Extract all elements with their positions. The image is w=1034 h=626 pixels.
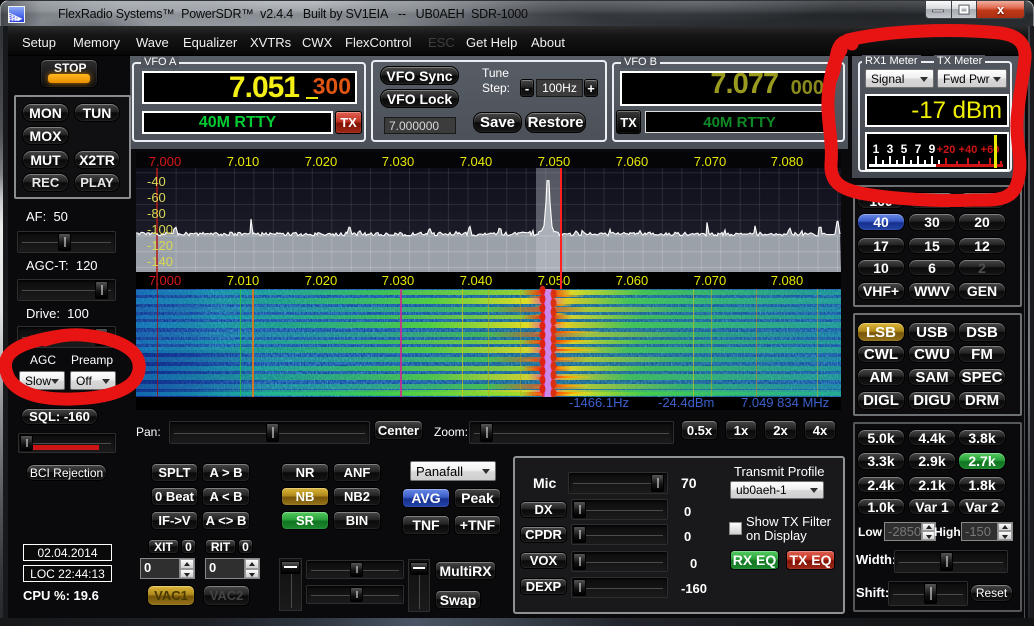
svg-text:5: 5 bbox=[901, 142, 908, 156]
svg-text:9: 9 bbox=[929, 142, 936, 156]
svg-text:7.030: 7.030 bbox=[382, 154, 415, 169]
svg-text:1: 1 bbox=[873, 142, 880, 156]
svg-text:7.050: 7.050 bbox=[538, 154, 571, 169]
svg-text:7.040: 7.040 bbox=[460, 154, 493, 169]
svg-text:-120: -120 bbox=[147, 238, 173, 253]
svg-text:7.000: 7.000 bbox=[149, 273, 182, 288]
svg-text:7.020: 7.020 bbox=[305, 273, 338, 288]
svg-text:7.080: 7.080 bbox=[771, 273, 804, 288]
svg-text:7.060: 7.060 bbox=[616, 154, 649, 169]
svg-text:7.010: 7.010 bbox=[227, 154, 260, 169]
svg-text:-24.4dBm: -24.4dBm bbox=[658, 395, 714, 410]
svg-text:7.000: 7.000 bbox=[149, 154, 182, 169]
svg-text:-60: -60 bbox=[147, 190, 166, 205]
svg-text:-140: -140 bbox=[147, 254, 173, 269]
svg-text:+40: +40 bbox=[959, 144, 978, 156]
svg-text:7.040: 7.040 bbox=[460, 273, 493, 288]
svg-text:-80: -80 bbox=[147, 206, 166, 221]
svg-text:-40: -40 bbox=[147, 174, 166, 189]
svg-text:7.010: 7.010 bbox=[227, 273, 260, 288]
svg-text:7: 7 bbox=[915, 142, 922, 156]
svg-text:7.080: 7.080 bbox=[771, 154, 804, 169]
svg-text:3: 3 bbox=[887, 142, 894, 156]
svg-text:7.030: 7.030 bbox=[382, 273, 415, 288]
svg-text:7.060: 7.060 bbox=[616, 273, 649, 288]
svg-text:7.070: 7.070 bbox=[694, 273, 727, 288]
svg-text:+20: +20 bbox=[937, 144, 956, 156]
svg-text:-100: -100 bbox=[147, 222, 173, 237]
svg-text:7.049 834 MHz: 7.049 834 MHz bbox=[741, 395, 829, 410]
svg-text:7.070: 7.070 bbox=[694, 154, 727, 169]
svg-text:-1466.1Hz: -1466.1Hz bbox=[569, 395, 629, 410]
svg-text:7.020: 7.020 bbox=[305, 154, 338, 169]
